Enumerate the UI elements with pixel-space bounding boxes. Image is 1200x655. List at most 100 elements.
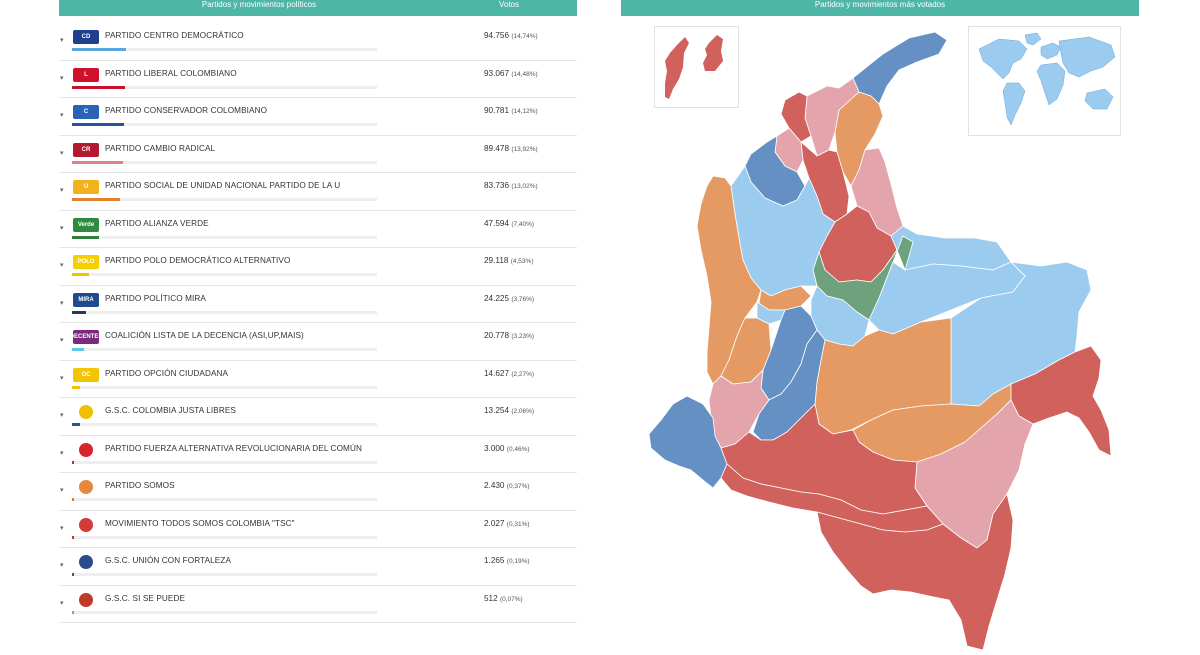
partido-conservador-logo-icon: C <box>73 105 99 119</box>
vote-percentage: (14,48%) <box>511 70 538 78</box>
expand-chevron-icon[interactable]: ▾ <box>60 36 64 44</box>
expand-chevron-icon[interactable]: ▾ <box>60 411 64 419</box>
partido-de-la-u-logo-icon: U <box>73 180 99 194</box>
vote-share-fill <box>72 160 123 164</box>
party-row[interactable]: ▾ G.S.C. COLOMBIA JUSTA LIBRES 13.254 (2,0… <box>59 398 577 436</box>
colombia-departments-map <box>648 31 1112 651</box>
vote-share-bar <box>72 310 377 314</box>
vote-share-fill <box>72 85 126 89</box>
party-row[interactable]: ▾ CD PARTIDO CENTRO DEMOCRÁTICO 94.756 (14,… <box>59 23 577 61</box>
map-panel: Partidos y movimientos más votados <box>621 0 1139 655</box>
vote-share-fill <box>72 385 81 389</box>
party-votes: 1.265 (0,19%) <box>484 556 530 565</box>
vote-share-bar <box>72 198 377 201</box>
party-row[interactable]: ▾ U PARTIDO SOCIAL DE UNIDAD NACIONAL PART… <box>59 173 577 211</box>
party-votes: 90.781 (14,12%) <box>484 106 538 115</box>
expand-chevron-icon[interactable]: ▾ <box>60 486 64 494</box>
expand-chevron-icon[interactable]: ▾ <box>60 186 64 194</box>
vote-percentage: (14,74%) <box>511 33 538 40</box>
party-row[interactable]: ▾ G.S.C. UNIÓN CON FORTALEZA 1.265 (0,19%) <box>59 548 577 586</box>
party-row[interactable]: ▾ MIRA PARTIDO POLÍTICO MIRA 24.225 (3,76%) <box>59 286 577 323</box>
party-votes: 29.118 (4,53%) <box>484 256 533 265</box>
party-row[interactable]: ▾ POLO PARTIDO POLO DEMOCRÁTICO ALTERNATIV… <box>59 248 577 286</box>
vote-share-bar <box>72 273 377 276</box>
vote-count: 3.000 <box>484 443 505 453</box>
expand-chevron-icon[interactable]: ▾ <box>60 374 64 382</box>
party-name: PARTIDO CENTRO DEMOCRÁTICO <box>105 31 244 40</box>
vote-share-fill <box>72 573 74 576</box>
party-name: PARTIDO CAMBIO RADICAL <box>105 143 216 153</box>
vote-count: 13.254 <box>484 406 510 415</box>
expand-chevron-icon[interactable]: ▾ <box>60 561 64 569</box>
party-row[interactable]: ▾ OC PARTIDO OPCIÓN CIUDADANA 14.627 (2,27%… <box>59 361 577 398</box>
expand-chevron-icon[interactable]: ▾ <box>60 111 64 119</box>
party-votes: 20.778 (3,23%) <box>484 331 534 340</box>
vote-share-fill <box>72 535 74 539</box>
party-row[interactable]: ▾ PARTIDO FUERZA ALTERNATIVA REVOLUCIONAR… <box>59 436 577 473</box>
party-votes: 512 (0,07%) <box>484 594 523 603</box>
party-row[interactable]: ▾ Verde PARTIDO ALIANZA VERDE 47.594 (7,40%… <box>59 211 577 248</box>
party-row[interactable]: ▾ MOVIMIENTO TODOS SOMOS COLOMBIA "TSC" 2.… <box>59 511 577 548</box>
party-row[interactable]: ▾ C PARTIDO CONSERVADOR COLOMBIANO 90.781 (… <box>59 98 577 136</box>
vote-percentage: (13,02%) <box>511 183 538 190</box>
party-votes: 24.225 (3,76%) <box>484 294 534 303</box>
vote-count: 20.778 <box>484 331 510 340</box>
mira-logo-icon: MIRA <box>73 292 99 307</box>
expand-chevron-icon[interactable]: ▾ <box>60 149 64 157</box>
vote-percentage: (14,12%) <box>511 108 538 115</box>
expand-chevron-icon[interactable]: ▾ <box>60 74 64 82</box>
vote-share-fill <box>72 460 74 464</box>
expand-chevron-icon[interactable]: ▾ <box>60 599 64 607</box>
vote-percentage: (3,76%) <box>511 295 535 303</box>
party-name: G.S.C. UNIÓN CON FORTALEZA <box>105 556 232 565</box>
party-row[interactable]: ▾ PARTIDO SOMOS 2.430 (0,37%) <box>59 473 577 511</box>
opcion-ciudadana-logo-icon: OC <box>73 367 99 382</box>
column-header-party: Partidos y movimientos políticos <box>201 0 317 9</box>
party-results-list: ▾ CD PARTIDO CENTRO DEMOCRÁTICO 94.756 (14,… <box>59 23 577 623</box>
expand-chevron-icon[interactable]: ▾ <box>60 524 64 532</box>
farc-rose-logo-icon <box>79 442 93 457</box>
party-votes: 2.430 (0,37%) <box>484 481 530 490</box>
vote-percentage: (2,27%) <box>511 370 535 378</box>
party-votes: 83.736 (13,02%) <box>484 181 538 190</box>
vote-share-bar <box>72 385 377 389</box>
party-name: PARTIDO SOCIAL DE UNIDAD NACIONAL PARTID… <box>105 181 341 190</box>
vote-count: 90.781 <box>484 106 510 115</box>
party-row[interactable]: ▾ L PARTIDO LIBERAL COLOMBIANO 93.067 (14,4… <box>59 61 577 98</box>
vote-percentage: (4,53%) <box>510 258 534 265</box>
vote-share-fill <box>72 610 74 614</box>
party-row[interactable]: ▾ DECENTES COALICIÓN LISTA DE LA DECENCIA … <box>59 323 577 361</box>
vote-percentage: (0,46%) <box>506 445 530 453</box>
party-votes: 93.067 (14,48%) <box>484 69 538 78</box>
vote-percentage: (13,92%) <box>511 145 538 153</box>
party-name: COALICIÓN LISTA DE LA DECENCIA (ASI,UP,M… <box>105 331 304 340</box>
expand-chevron-icon[interactable]: ▾ <box>60 336 64 344</box>
results-panel: Partidos y movimientos políticos Votos ▾… <box>59 0 577 655</box>
vote-count: 24.225 <box>484 293 510 303</box>
vote-count: 47.594 <box>484 218 510 228</box>
vote-share-bar <box>72 48 377 51</box>
party-name: G.S.C. SI SE PUEDE <box>105 593 186 603</box>
region-guajira[interactable] <box>852 31 948 105</box>
vote-percentage: (3,23%) <box>511 333 535 340</box>
vote-share-bar <box>72 610 377 614</box>
expand-chevron-icon[interactable]: ▾ <box>60 261 64 269</box>
party-name: PARTIDO OPCIÓN CIUDADANA <box>105 368 229 378</box>
party-name: PARTIDO LIBERAL COLOMBIANO <box>105 68 237 78</box>
party-row[interactable]: ▾ CR PARTIDO CAMBIO RADICAL 89.478 (13,92%) <box>59 136 577 173</box>
expand-chevron-icon[interactable]: ▾ <box>60 224 64 232</box>
vote-share-bar <box>72 160 377 164</box>
party-votes: 14.627 (2,27%) <box>484 369 534 378</box>
expand-chevron-icon[interactable]: ▾ <box>60 299 64 307</box>
vote-count: 1.265 <box>484 556 505 565</box>
vote-share-bar <box>72 498 377 501</box>
party-row[interactable]: ▾ G.S.C. SI SE PUEDE 512 (0,07%) <box>59 586 577 623</box>
vote-share-bar <box>72 460 377 464</box>
expand-chevron-icon[interactable]: ▾ <box>60 449 64 457</box>
party-votes: 89.478 (13,92%) <box>484 144 538 153</box>
results-table-header: Partidos y movimientos políticos Votos <box>59 0 577 16</box>
cambio-radical-logo-icon: CR <box>73 142 99 157</box>
polo-democratico-logo-icon: POLO <box>73 255 99 269</box>
vote-percentage: (2,06%) <box>511 408 535 415</box>
todos-somos-colombia-logo-icon <box>79 517 93 532</box>
